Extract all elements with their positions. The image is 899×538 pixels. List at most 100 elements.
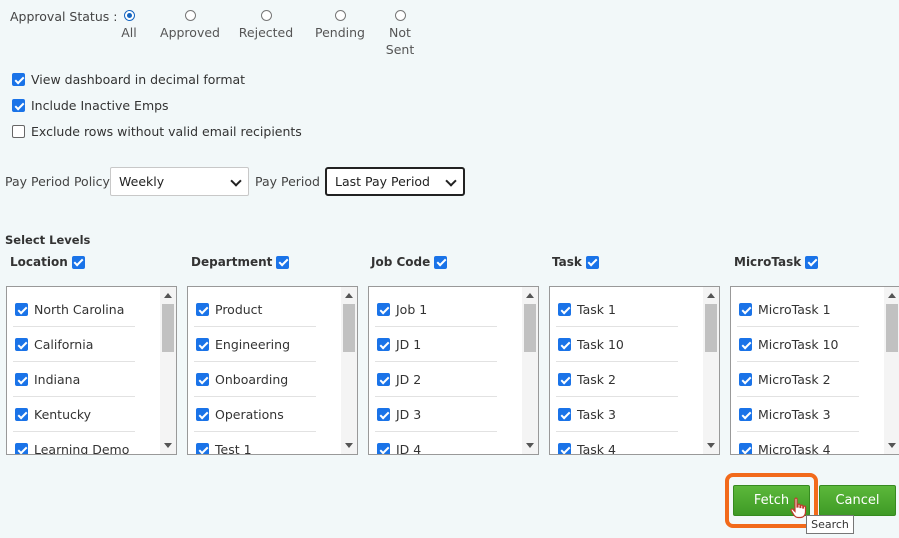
- scroll-up-arrow-icon[interactable]: [526, 293, 534, 298]
- checkbox[interactable]: [15, 443, 28, 454]
- option-decimal-format[interactable]: View dashboard in decimal format: [12, 72, 245, 87]
- radio-button[interactable]: [184, 10, 196, 21]
- checkbox[interactable]: [739, 373, 752, 386]
- scroll-down-arrow-icon[interactable]: [526, 443, 534, 448]
- scroll-up-arrow-icon[interactable]: [345, 293, 353, 298]
- checkbox[interactable]: [196, 408, 209, 421]
- radio-button[interactable]: [260, 10, 272, 21]
- list-item[interactable]: Engineering: [194, 328, 316, 362]
- list-item[interactable]: MicroTask 3: [737, 398, 859, 432]
- scroll-down-arrow-icon[interactable]: [707, 443, 715, 448]
- list-item[interactable]: MicroTask 1: [737, 293, 859, 327]
- checkbox[interactable]: [558, 303, 571, 316]
- checkbox[interactable]: [739, 338, 752, 351]
- checkbox[interactable]: [377, 443, 390, 454]
- select-all-checkbox[interactable]: [434, 255, 448, 269]
- level-list-department[interactable]: Product Engineering Onboarding Operations Te…: [187, 286, 358, 455]
- list-item[interactable]: Product: [194, 293, 316, 327]
- level-list-location[interactable]: North Carolina California Indiana Kentucky L…: [6, 286, 177, 455]
- checkbox[interactable]: [377, 408, 390, 421]
- pay-period-select[interactable]: Last Pay Period: [325, 167, 465, 196]
- checkbox[interactable]: [739, 443, 752, 454]
- list-item[interactable]: JD 1: [375, 328, 497, 362]
- list-item[interactable]: Task 1: [556, 293, 678, 327]
- list-item[interactable]: MicroTask 10: [737, 328, 859, 362]
- list-item[interactable]: Kentucky: [13, 398, 135, 432]
- list-item[interactable]: MicroTask 2: [737, 363, 859, 397]
- list-item[interactable]: JD 4: [375, 433, 497, 454]
- scroll-down-arrow-icon[interactable]: [345, 443, 353, 448]
- list-item[interactable]: JD 2: [375, 363, 497, 397]
- radio-option-rejected[interactable]: Rejected: [236, 10, 296, 41]
- scrollbar[interactable]: [160, 287, 176, 454]
- checkbox[interactable]: [15, 373, 28, 386]
- checkbox[interactable]: [196, 373, 209, 386]
- scrollbar-thumb[interactable]: [886, 304, 898, 352]
- checkbox[interactable]: [15, 303, 28, 316]
- select-all-checkbox[interactable]: [71, 255, 85, 269]
- option-exclude-no-email[interactable]: Exclude rows without valid email recipie…: [12, 124, 302, 139]
- select-all-checkbox[interactable]: [805, 255, 819, 269]
- checkbox[interactable]: [15, 408, 28, 421]
- level-list-microtask[interactable]: MicroTask 1 MicroTask 10 MicroTask 2 MicroT…: [730, 286, 899, 455]
- list-item[interactable]: Onboarding: [194, 363, 316, 397]
- checkbox[interactable]: [12, 125, 25, 138]
- checkbox[interactable]: [377, 373, 390, 386]
- level-list-task[interactable]: Task 1 Task 10 Task 2 Task 3 Task 4: [549, 286, 720, 455]
- scrollbar[interactable]: [341, 287, 357, 454]
- checkbox[interactable]: [12, 73, 25, 86]
- checkbox[interactable]: [558, 408, 571, 421]
- checkbox[interactable]: [377, 303, 390, 316]
- radio-option-pending[interactable]: Pending: [311, 10, 369, 41]
- scrollbar[interactable]: [884, 287, 899, 454]
- scroll-up-arrow-icon[interactable]: [888, 293, 896, 298]
- list-item[interactable]: MicroTask 4: [737, 433, 859, 454]
- radio-button[interactable]: [123, 10, 135, 21]
- radio-option-all[interactable]: All: [117, 10, 141, 41]
- select-all-checkbox[interactable]: [585, 255, 599, 269]
- scroll-down-arrow-icon[interactable]: [164, 443, 172, 448]
- checkbox[interactable]: [196, 303, 209, 316]
- scrollbar-thumb[interactable]: [705, 304, 717, 352]
- radio-option-approved[interactable]: Approved: [158, 10, 222, 41]
- select-all-checkbox[interactable]: [276, 255, 290, 269]
- cancel-button[interactable]: Cancel: [819, 485, 896, 516]
- checkbox[interactable]: [739, 303, 752, 316]
- list-item[interactable]: Task 4: [556, 433, 678, 454]
- option-include-inactive[interactable]: Include Inactive Emps: [12, 98, 169, 113]
- list-item[interactable]: JD 3: [375, 398, 497, 432]
- pay-period-policy-select[interactable]: Weekly: [110, 167, 249, 196]
- scrollbar[interactable]: [522, 287, 538, 454]
- radio-option-not-sent[interactable]: Not Sent: [383, 10, 417, 58]
- scroll-up-arrow-icon[interactable]: [164, 293, 172, 298]
- list-item[interactable]: Test 1: [194, 433, 316, 455]
- list-item-label: Test 1: [215, 442, 252, 455]
- list-item[interactable]: Learning Demo: [13, 433, 135, 454]
- radio-button[interactable]: [394, 10, 406, 21]
- checkbox[interactable]: [377, 338, 390, 351]
- checkbox[interactable]: [558, 338, 571, 351]
- list-item[interactable]: Job 1: [375, 293, 497, 327]
- checkbox[interactable]: [558, 443, 571, 454]
- list-item[interactable]: Operations: [194, 398, 316, 432]
- checkbox[interactable]: [196, 338, 209, 351]
- checkbox[interactable]: [12, 99, 25, 112]
- list-item[interactable]: Task 2: [556, 363, 678, 397]
- scrollbar-thumb[interactable]: [162, 304, 174, 352]
- checkbox[interactable]: [15, 338, 28, 351]
- list-item[interactable]: California: [13, 328, 135, 362]
- level-list-job-code[interactable]: Job 1 JD 1 JD 2 JD 3 JD 4: [368, 286, 539, 455]
- scrollbar-thumb[interactable]: [524, 304, 536, 352]
- list-item[interactable]: Task 10: [556, 328, 678, 362]
- radio-button[interactable]: [334, 10, 346, 21]
- scroll-down-arrow-icon[interactable]: [888, 443, 896, 448]
- checkbox[interactable]: [196, 443, 209, 454]
- scroll-up-arrow-icon[interactable]: [707, 293, 715, 298]
- checkbox[interactable]: [739, 408, 752, 421]
- list-item[interactable]: Indiana: [13, 363, 135, 397]
- scrollbar[interactable]: [703, 287, 719, 454]
- list-item[interactable]: North Carolina: [13, 293, 135, 327]
- scrollbar-thumb[interactable]: [343, 304, 355, 352]
- checkbox[interactable]: [558, 373, 571, 386]
- list-item[interactable]: Task 3: [556, 398, 678, 432]
